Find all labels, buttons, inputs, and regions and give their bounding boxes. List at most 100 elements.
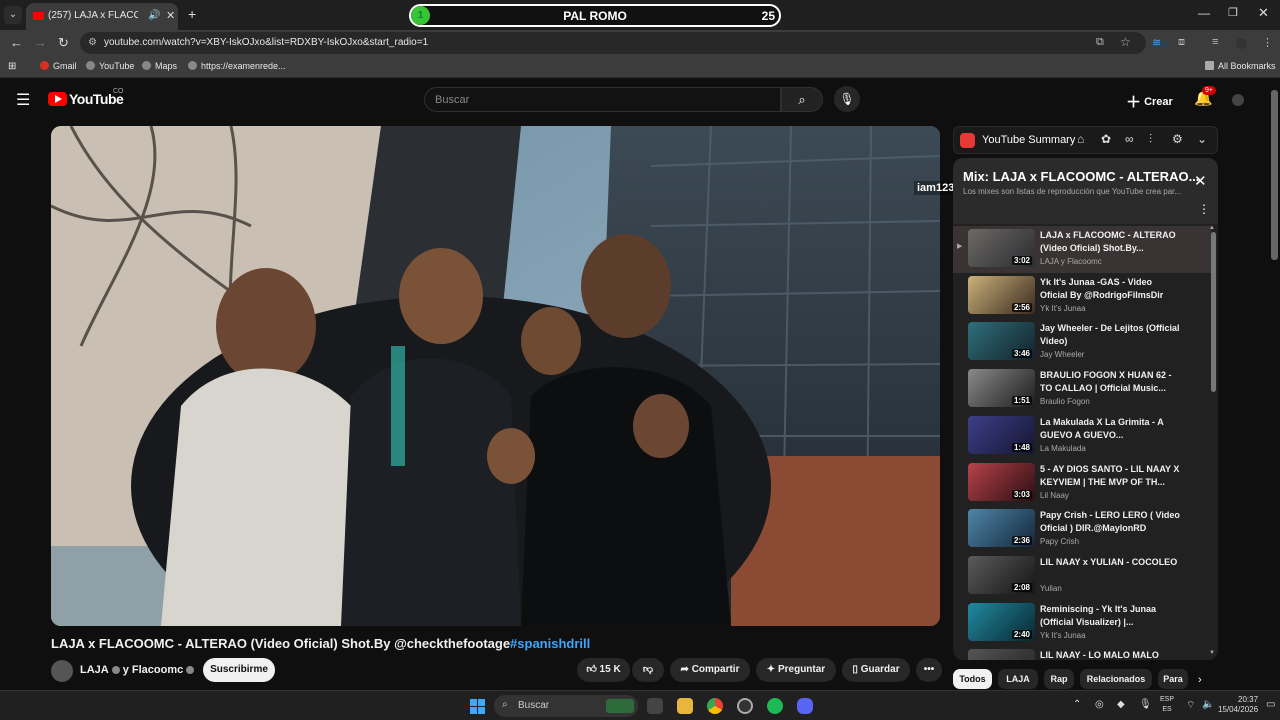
playlist-item-title[interactable]: LIL NAAY x YULIAN - COCOLEO	[1040, 556, 1180, 569]
chevron-right-icon[interactable]: ›	[1198, 674, 1202, 686]
search-button[interactable]: ⌕	[781, 87, 823, 112]
more-actions-button[interactable]: •••	[916, 658, 942, 682]
playlist-thumbnail[interactable]: 1:51	[968, 369, 1035, 408]
playlist-item[interactable]: 1:51 BRAULIO FOGON X HUAN 62 - TO CALLAO …	[953, 366, 1211, 413]
playlist-thumbnail[interactable]	[968, 649, 1035, 660]
task-view-icon[interactable]	[647, 698, 663, 714]
bookmark-maps[interactable]: Maps	[142, 61, 177, 71]
playlist-item-title[interactable]: Papy Crish - LERO LERO ( Video Oficial )…	[1040, 509, 1180, 535]
playlist-item-title[interactable]: BRAULIO FOGON X HUAN 62 - TO CALLAO | Of…	[1040, 369, 1180, 395]
notification-center-icon[interactable]: ▭	[1266, 699, 1275, 710]
site-info-icon[interactable]: ⚙	[88, 37, 97, 48]
new-tab-button[interactable]: +	[188, 6, 196, 22]
tray-app-icon[interactable]: ◎	[1095, 699, 1104, 710]
taskbar-clock[interactable]: 20:37 15/04/2026	[1218, 695, 1258, 715]
playlist-thumbnail[interactable]: 3:46	[968, 322, 1035, 361]
bookmark-gmail[interactable]: Gmail	[40, 61, 77, 71]
playlist-thumbnail[interactable]: 3:03	[968, 462, 1035, 501]
playlist-item[interactable]: LIL NAAY - LO MALO MALO	[953, 646, 1211, 660]
subscribe-button[interactable]: Suscribirme	[203, 658, 275, 682]
speaker-icon[interactable]: 🔊	[148, 10, 160, 21]
discord-icon[interactable]	[797, 698, 813, 714]
chrome-icon[interactable]	[707, 698, 723, 714]
playlist-item-title[interactable]: Reminiscing - Yk It's Junaa (Official Vi…	[1040, 603, 1180, 629]
url-text[interactable]: youtube.com/watch?v=XBY-IskOJxo&list=RDX…	[104, 37, 428, 48]
openai-icon[interactable]: ✿	[1101, 132, 1111, 146]
browser-tab-active[interactable]: (257) LAJA x FLACOOMC - / 🔊 ✕	[26, 3, 178, 30]
forward-icon[interactable]: →	[34, 35, 47, 50]
account-avatar[interactable]	[1232, 94, 1244, 106]
extensions-puzzle-icon[interactable]: ⧈	[1178, 36, 1185, 49]
volume-icon[interactable]: 🔈	[1202, 699, 1214, 710]
playlist-thumbnail[interactable]: 1:48	[968, 415, 1035, 454]
maximize-icon[interactable]: ❐	[1228, 6, 1238, 19]
playlist-item[interactable]: 2:36 Papy Crish - LERO LERO ( Video Ofici…	[953, 506, 1211, 553]
close-icon[interactable]: ✕	[1194, 172, 1207, 190]
playlist-item-title[interactable]: LIL NAAY - LO MALO MALO	[1040, 649, 1180, 660]
apps-grid-icon[interactable]: ⊞	[8, 61, 16, 72]
extension-name[interactable]: YouTube Summary	[982, 134, 1075, 146]
playlist-item[interactable]: 2:40 Reminiscing - Yk It's Junaa (Officia…	[953, 600, 1211, 647]
spotify-icon[interactable]	[767, 698, 783, 714]
input-language[interactable]: ESP ES	[1160, 695, 1174, 715]
voice-search-button[interactable]: 🎙	[834, 86, 860, 112]
chip-relacionados[interactable]: Relacionados	[1080, 669, 1152, 689]
back-icon[interactable]: ←	[10, 35, 23, 50]
chevron-down-icon[interactable]: ⌄	[1197, 132, 1207, 146]
bookmark-youtube[interactable]: YouTube	[86, 61, 134, 71]
glasses-icon[interactable]: ∞	[1125, 132, 1134, 146]
windows-start-icon[interactable]	[470, 699, 485, 714]
like-button[interactable]: 👍︎ 15 K	[577, 658, 630, 682]
tray-overflow-icon[interactable]: ⌃	[1073, 699, 1081, 710]
playlist-item[interactable]: 3:46 Jay Wheeler - De Lejitos (Official V…	[953, 319, 1211, 366]
create-button[interactable]: ＋ Crear	[1126, 91, 1173, 112]
profile-avatar[interactable]	[1236, 38, 1247, 49]
playlist-thumbnail[interactable]: 2:36	[968, 509, 1035, 548]
playlist-thumbnail[interactable]: 2:08	[968, 555, 1035, 594]
wifi-icon[interactable]: ⌔	[1186, 699, 1195, 712]
chip-laja[interactable]: LAJA	[998, 669, 1038, 689]
audio-wave-icon[interactable]: ⫶	[1149, 132, 1152, 147]
playlist-item-title[interactable]: La Makulada X La Grimita - A GUEVO A GUE…	[1040, 416, 1180, 442]
window-close-icon[interactable]: ✕	[1258, 5, 1269, 21]
reload-icon[interactable]: ↻	[58, 35, 69, 51]
chip-para[interactable]: Para	[1158, 669, 1188, 689]
channel-name[interactable]: LAJA y Flacoomc	[80, 664, 197, 676]
close-tab-icon[interactable]: ✕	[166, 9, 175, 22]
playlist-item-title[interactable]: Jay Wheeler - De Lejitos (Official Video…	[1040, 322, 1180, 348]
save-button[interactable]: ▯ Guardar	[842, 658, 910, 682]
playlist-thumbnail[interactable]: 2:40	[968, 602, 1035, 641]
tray-app-icon[interactable]: ◆	[1117, 699, 1125, 710]
playlist-item[interactable]: 2:56 Yk It's Junaa -GAS - Video Oficial B…	[953, 273, 1211, 320]
hashtag-link[interactable]: #spanishdrill	[510, 636, 590, 651]
scroll-down-icon[interactable]: ▼	[1209, 650, 1215, 656]
gear-icon[interactable]: ⚙	[1172, 132, 1183, 146]
dislike-button[interactable]: 👎︎	[632, 658, 664, 682]
channel-avatar[interactable]	[51, 660, 73, 682]
install-app-icon[interactable]: ⧉	[1096, 36, 1104, 49]
microphone-icon[interactable]: 🎙	[1139, 699, 1152, 710]
playlist-thumbnail[interactable]: 2:56	[968, 275, 1035, 314]
playlist-thumbnail[interactable]: 3:02	[968, 229, 1035, 267]
bookmark-star-icon[interactable]: ☆	[1120, 35, 1131, 49]
scroll-up-icon[interactable]: ▲	[1209, 225, 1215, 231]
playlist-scrollbar[interactable]	[1211, 232, 1216, 392]
obs-icon[interactable]	[737, 698, 753, 714]
omnibox[interactable]: ⚙ youtube.com/watch?v=XBY-IskOJxo&list=R…	[80, 32, 1146, 54]
menu-kebab-icon[interactable]: ⋮	[1262, 36, 1273, 49]
more-vert-icon[interactable]: ⋮	[1198, 202, 1210, 216]
bookmark-examen[interactable]: https://examenrede...	[188, 61, 286, 71]
chip-rap[interactable]: Rap	[1044, 669, 1074, 689]
playlist-item-title[interactable]: LAJA x FLACOOMC - ALTERAO (Video Oficial…	[1040, 229, 1180, 255]
media-queue-icon[interactable]: ≡	[1212, 36, 1218, 48]
playlist-item[interactable]: 3:03 5 - AY DIOS SANTO - LIL NAAY X KEYVI…	[953, 460, 1211, 507]
minimize-icon[interactable]: —	[1198, 6, 1210, 20]
playlist-item[interactable]: ▶ 3:02 LAJA x FLACOOMC - ALTERAO (Video Of…	[953, 226, 1211, 273]
taskbar-search[interactable]: ⌕ Buscar	[494, 695, 638, 717]
hamburger-menu-icon[interactable]: ☰	[16, 90, 30, 110]
playlist-item-title[interactable]: 5 - AY DIOS SANTO - LIL NAAY X KEYVIEM |…	[1040, 463, 1180, 489]
playlist-item-title[interactable]: Yk It's Junaa -GAS - Video Oficial By @R…	[1040, 276, 1180, 302]
all-bookmarks[interactable]: All Bookmarks	[1205, 61, 1276, 71]
playlist-item[interactable]: 1:48 La Makulada X La Grimita - A GUEVO A…	[953, 413, 1211, 460]
robot-icon[interactable]: ⌂	[1077, 132, 1084, 146]
